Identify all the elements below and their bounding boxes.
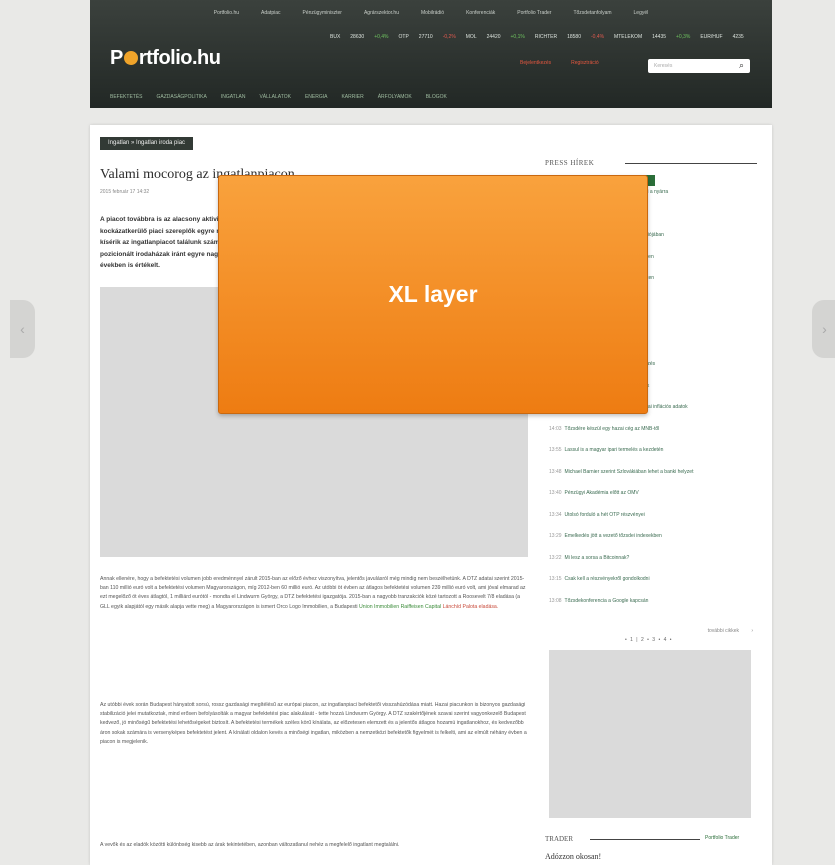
- nav-item[interactable]: INGATLAN: [221, 94, 246, 100]
- divider: [625, 163, 757, 164]
- news-headline[interactable]: Emelkedés jött a vezető tőzsdei indexekb…: [565, 533, 662, 539]
- ticker-change: -0,2%: [442, 34, 456, 40]
- ticker-name[interactable]: RICHTER: [535, 34, 557, 44]
- nav-item[interactable]: BEFEKTETÉS: [110, 94, 143, 100]
- ticker-value: 27710: [418, 34, 433, 40]
- site-header: Portfolio.hu Adatpiac Pénzügyminiszter Agrá…: [90, 0, 772, 108]
- ticker-value: 28630: [350, 34, 365, 40]
- news-time: 13:55: [549, 447, 562, 453]
- news-item[interactable]: 14:03 Tőzsdére készül egy hazai cég az MN…: [549, 426, 749, 448]
- trader-logo[interactable]: Portfolio Trader: [705, 835, 739, 841]
- search-icon[interactable]: ⌕: [739, 60, 744, 71]
- utility-link[interactable]: Portfolio Trader: [517, 10, 551, 24]
- news-headline[interactable]: Tőzsdére készül egy hazai cég az MNB-től: [565, 426, 660, 432]
- xl-layer-overlay: XL layer: [218, 175, 648, 414]
- news-time: 13:40: [549, 490, 562, 496]
- utility-link[interactable]: Agrárszektor.hu: [364, 10, 399, 24]
- ticker-value: 24420: [486, 34, 501, 40]
- news-item[interactable]: 13:29 Emelkedés jött a vezető tőzsdei ind…: [549, 533, 749, 555]
- login-link[interactable]: Bejelentkezés: [520, 60, 551, 66]
- ticker-change: +0,3%: [676, 34, 691, 40]
- utility-link[interactable]: Legyél: [634, 10, 649, 24]
- nav-item[interactable]: VÁLLALATOK: [259, 94, 291, 100]
- pager-next-icon[interactable]: ›: [751, 628, 753, 634]
- news-pager: további cikkek › • 1 | 2 • 3 • 4 •: [545, 628, 757, 643]
- article-link[interactable]: Union Immobilien Raiffeisen Capital: [359, 604, 441, 610]
- ticker-value: 4235: [732, 34, 744, 40]
- nav-item[interactable]: KARRIER: [341, 94, 363, 100]
- article-paragraph: Az utóbbi évek során Budapest hányatott …: [100, 702, 527, 745]
- news-headline[interactable]: Utolsó forduló a hét OTP részvényei: [565, 512, 645, 518]
- news-time: 13:34: [549, 511, 562, 518]
- search-box[interactable]: Keresés ⌕: [648, 59, 750, 73]
- news-item[interactable]: 13:48 Michael Barnier szerint Szlovákiába…: [549, 469, 749, 491]
- register-link[interactable]: Regisztráció: [571, 60, 599, 66]
- more-news-link[interactable]: további cikkek: [708, 628, 739, 634]
- news-headline[interactable]: Lassul is a magyar ipari termelés a kezd…: [565, 447, 664, 453]
- nav-item[interactable]: BLOGOK: [426, 94, 447, 100]
- article-date: 2015 február 17 14:32: [100, 189, 150, 195]
- utility-link[interactable]: Tőzsdetanfolyam: [573, 10, 611, 24]
- article-link-red[interactable]: Lánchíd Palota eladása.: [443, 604, 499, 610]
- news-item[interactable]: 13:08 Tőzsdekonferencia a Google kapcsán: [549, 598, 749, 620]
- ticker-name[interactable]: OTP: [399, 34, 409, 44]
- news-headline[interactable]: Csak kell a részvényekről gondolkodni: [565, 576, 650, 582]
- press-news-title: PRESS HÍREK: [545, 159, 595, 167]
- trader-headline[interactable]: Adózzon okosan!: [545, 852, 601, 861]
- news-time: 13:15: [549, 576, 562, 582]
- utility-link[interactable]: Konferenciák: [466, 10, 495, 24]
- ticker-change: +0,4%: [374, 34, 389, 40]
- utility-link[interactable]: Portfolio.hu: [214, 10, 239, 24]
- ticker-value: 14435: [652, 34, 667, 40]
- ad-banner: [549, 650, 751, 818]
- utility-bar: Portfolio.hu Adatpiac Pénzügyminiszter Agrá…: [90, 10, 772, 24]
- news-headline[interactable]: Mi lesz a sorsa a Bitcoinnak?: [565, 555, 630, 561]
- news-headline[interactable]: Pénzügyi Akadémia előtt az OMV: [565, 490, 639, 496]
- utility-link[interactable]: Adatpiac: [261, 10, 280, 24]
- ticker-change: -0,4%: [590, 34, 605, 40]
- xl-layer-label: XL layer: [388, 281, 478, 307]
- main-nav: BEFEKTETÉS GAZDASÁGPOLITIKA INGATLAN VÁLLAL…: [110, 94, 447, 100]
- trader-title: TRADER: [545, 835, 573, 843]
- ticker-name[interactable]: MTELEKOM: [614, 34, 642, 44]
- ticker-value: 18580: [567, 34, 581, 40]
- pager-dots[interactable]: • 1 | 2 • 3 • 4 •: [625, 637, 673, 643]
- utility-link[interactable]: Pénzügyminiszter: [303, 10, 342, 24]
- ticker-name[interactable]: BUX: [330, 34, 340, 44]
- stock-ticker: BUX 28630 +0,4% OTP 27710 -0,2% MOL 24420 +0,1% R…: [330, 34, 770, 44]
- news-time: 13:29: [549, 533, 562, 539]
- ticker-name[interactable]: EUR/HUF: [700, 34, 722, 44]
- news-headline[interactable]: Michael Barnier szerint Szlovákiában leh…: [565, 469, 694, 475]
- news-item[interactable]: 13:55 Lassul is a magyar ipari termelés a…: [549, 447, 749, 469]
- ticker-change: +0,1%: [510, 34, 525, 40]
- news-item[interactable]: 13:40 Pénzügyi Akadémia előtt az OMV: [549, 490, 749, 512]
- utility-link[interactable]: Mobilrádió: [421, 10, 444, 24]
- article-paragraph: A vevők és az eladók közötti különbség k…: [100, 842, 400, 848]
- divider: [590, 839, 700, 840]
- account-links: Bejelentkezés Regisztráció: [520, 60, 599, 66]
- news-time: 13:08: [549, 597, 562, 604]
- nav-item[interactable]: ENERGIA: [305, 94, 328, 100]
- next-arrow-button[interactable]: ›: [812, 300, 835, 358]
- breadcrumb[interactable]: Ingatlan » Ingatlan iroda piac: [100, 137, 194, 150]
- news-item[interactable]: 13:15 Csak kell a részvényekről gondolkod…: [549, 576, 749, 598]
- nav-item[interactable]: GAZDASÁGPOLITIKA: [157, 94, 207, 100]
- prev-arrow-button[interactable]: ‹: [10, 300, 35, 358]
- article-paragraph: Annak ellenére, hogy a befektetési volum…: [100, 576, 526, 610]
- news-item[interactable]: 13:22 Mi lesz a sorsa a Bitcoinnak?: [549, 555, 749, 577]
- portfolio-logo[interactable]: Prtfolio.hu: [110, 47, 221, 70]
- ticker-name[interactable]: MOL: [466, 34, 477, 44]
- nav-item[interactable]: ÁRFOLYAMOK: [378, 94, 412, 100]
- news-time: 13:48: [549, 468, 562, 475]
- news-item[interactable]: 13:34 Utolsó forduló a hét OTP részvényei: [549, 512, 749, 534]
- news-time: 13:22: [549, 554, 562, 561]
- news-headline[interactable]: Tőzsdekonferencia a Google kapcsán: [565, 598, 649, 604]
- news-time: 14:03: [549, 425, 562, 432]
- search-placeholder: Keresés: [654, 63, 673, 69]
- logo-dot-icon: [123, 51, 138, 65]
